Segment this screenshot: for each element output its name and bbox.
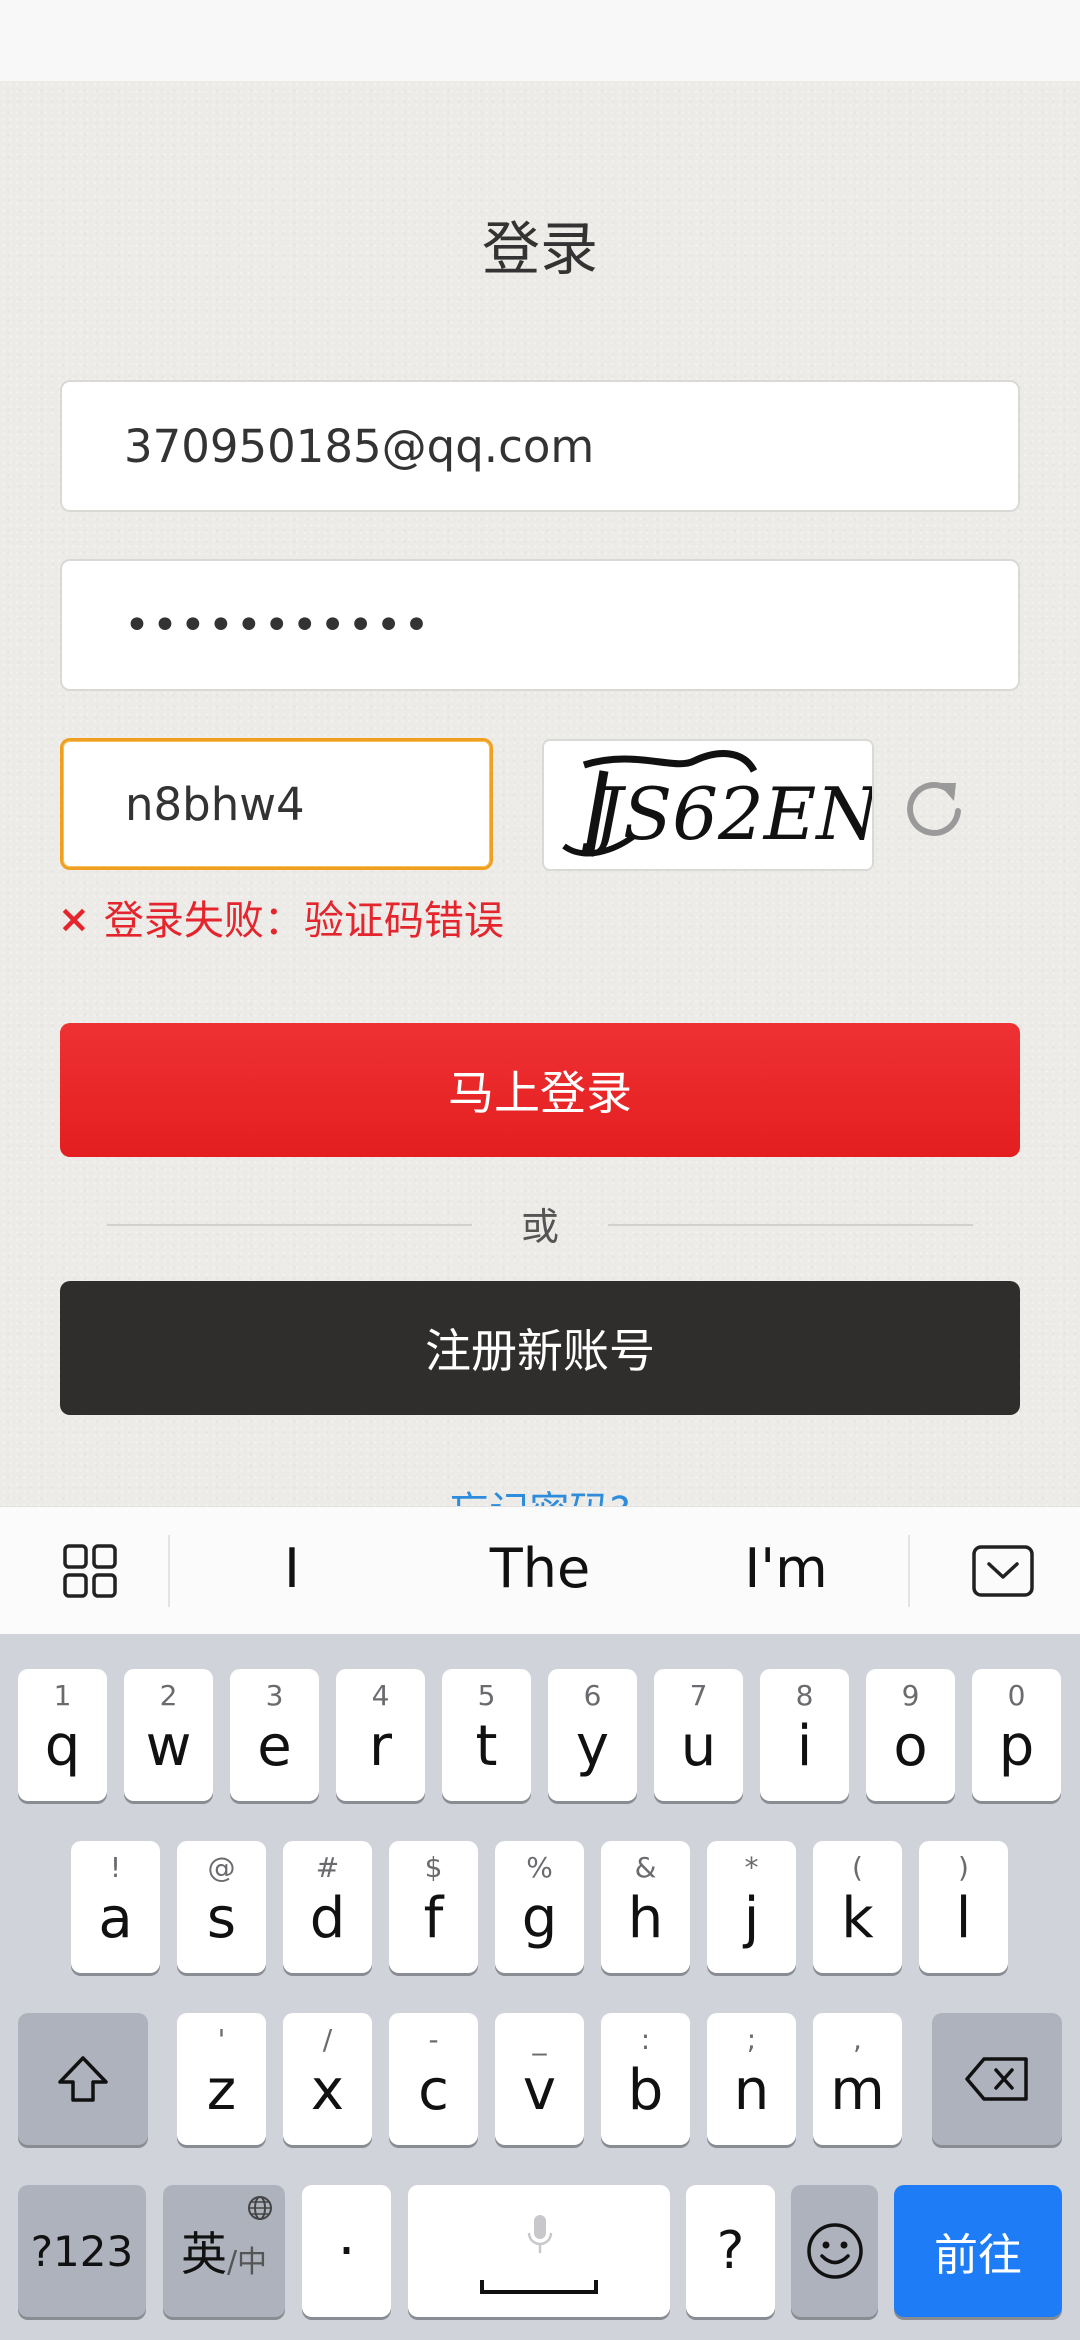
forgot-password-link[interactable]: 忘记密码? <box>0 1479 1080 1506</box>
key-m[interactable]: ,m <box>813 2013 902 2145</box>
captcha-input-value: n8bhw4 <box>125 777 305 831</box>
password-field[interactable]: ••••••••••• <box>60 559 1020 691</box>
key-h[interactable]: & h <box>601 1841 690 1973</box>
key-o[interactable]: 9o <box>866 1669 955 1801</box>
key-b[interactable]: :b <box>601 2013 690 2145</box>
key-q[interactable]: 1q <box>18 1669 107 1801</box>
dot-key[interactable]: · <box>302 2185 391 2317</box>
captcha-text: JS62EN <box>581 772 874 856</box>
page-title: 登录 <box>481 215 598 283</box>
error-text: 登录失败：验证码错误 <box>103 898 504 944</box>
captcha-input[interactable]: n8bhw4 <box>60 738 493 870</box>
space-key[interactable] <box>408 2185 670 2317</box>
key-g[interactable]: % g <box>495 1841 584 1973</box>
backspace-key[interactable] <box>932 2013 1062 2145</box>
suggestion-2[interactable]: The <box>440 1537 640 1600</box>
key-s[interactable]: @ s <box>177 1841 266 1973</box>
key-f[interactable]: $ f <box>389 1841 478 1973</box>
login-button[interactable]: 马上登录 <box>60 1023 1020 1157</box>
language-switch-key[interactable]: 英/中 <box>163 2185 285 2317</box>
status-bar <box>0 0 1080 81</box>
error-message: × 登录失败：验证码错误 <box>58 889 504 945</box>
key-e[interactable]: 3e <box>230 1669 319 1801</box>
key-w[interactable]: 2w <box>124 1669 213 1801</box>
key-d[interactable]: # d <box>283 1841 372 1973</box>
register-button[interactable]: 注册新账号 <box>60 1281 1020 1415</box>
key-a[interactable]: ! a <box>71 1841 160 1973</box>
key-z[interactable]: ' z <box>177 2013 266 2145</box>
space-bar-icon <box>480 2280 598 2294</box>
shift-key[interactable] <box>18 2013 148 2145</box>
email-field[interactable]: 370950185@qq.com <box>60 380 1020 512</box>
key-c[interactable]: -c <box>389 2013 478 2145</box>
key-u[interactable]: 7u <box>654 1669 743 1801</box>
suggestion-3[interactable]: I'm <box>686 1537 886 1600</box>
key-k[interactable]: (k <box>813 1841 902 1973</box>
globe-icon <box>248 2196 272 2220</box>
key-x[interactable]: / x <box>283 2013 372 2145</box>
key-i[interactable]: 8i <box>760 1669 849 1801</box>
suggestion-1[interactable]: I <box>192 1537 392 1600</box>
key-v[interactable]: _ v <box>495 2013 584 2145</box>
key-r[interactable]: 4r <box>336 1669 425 1801</box>
key-t[interactable]: 5t <box>442 1669 531 1801</box>
go-key[interactable]: 前往 <box>894 2185 1062 2317</box>
key-j[interactable]: * j <box>707 1841 796 1973</box>
email-value: 370950185@qq.com <box>124 419 595 473</box>
or-label: 或 <box>520 1205 559 1249</box>
shift-icon <box>58 2056 108 2102</box>
keyboard: 1q 2w 3e 4r 5t 6y 7u 8i 9o 0p ! a @ s # d $… <box>0 1634 1080 2340</box>
refresh-captcha-icon[interactable] <box>902 769 966 839</box>
key-n[interactable]: ; n <box>707 2013 796 2145</box>
microphone-icon <box>527 2215 553 2253</box>
grid-menu-icon[interactable] <box>62 1543 118 1599</box>
error-icon: × <box>58 897 90 941</box>
password-value: ••••••••••• <box>124 599 432 651</box>
question-key[interactable]: ? <box>686 2185 775 2317</box>
key-y[interactable]: 6y <box>548 1669 637 1801</box>
hide-keyboard-icon[interactable] <box>972 1545 1034 1597</box>
key-p[interactable]: 0p <box>972 1669 1061 1801</box>
login-page: 登录 370950185@qq.com ••••••••••• n8bhw4 J… <box>0 81 1080 1506</box>
key-l[interactable]: ) l <box>919 1841 1008 1973</box>
emoji-icon <box>806 2223 863 2279</box>
suggestion-bar: I The I'm <box>0 1506 1080 1634</box>
captcha-image[interactable]: JS62EN <box>542 739 874 871</box>
emoji-key[interactable] <box>791 2185 878 2317</box>
backspace-icon <box>965 2057 1028 2101</box>
symbols-key[interactable]: ?123 <box>18 2185 146 2317</box>
